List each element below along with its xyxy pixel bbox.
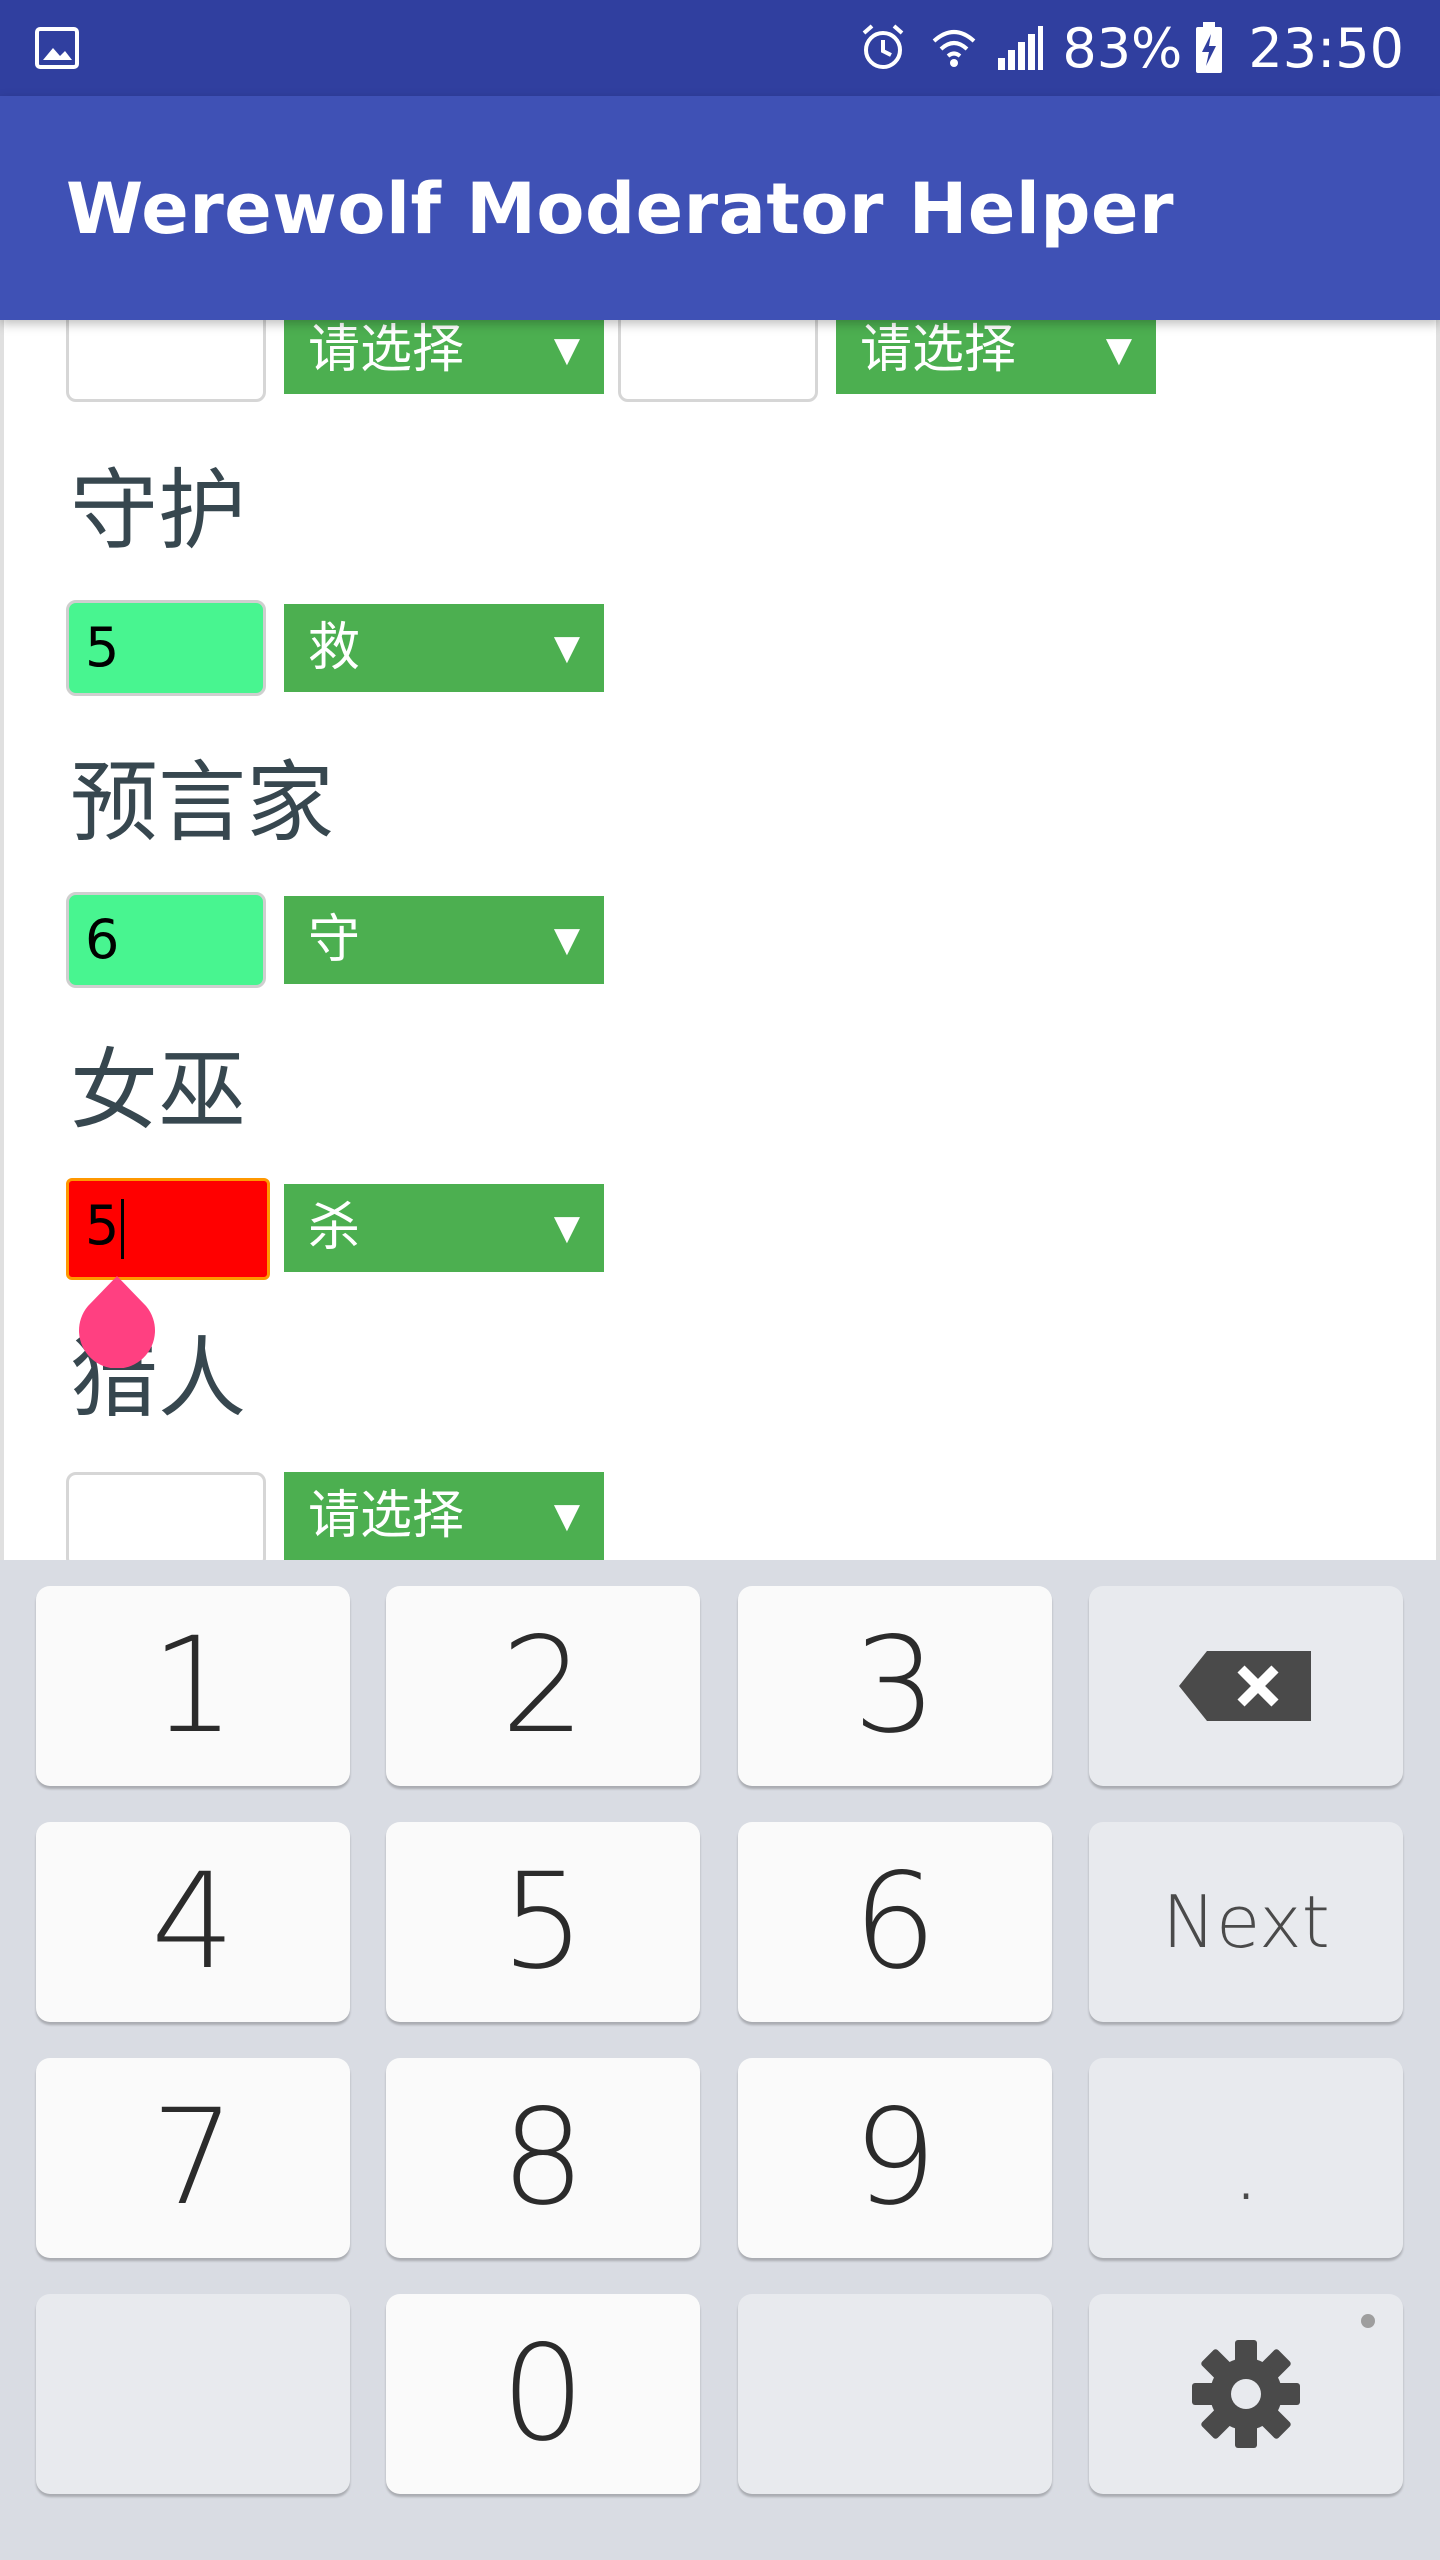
blank-key-right (738, 2294, 1052, 2494)
spinner-label: 请选择 (308, 320, 465, 380)
dropdown-arrow-icon: ▼ (553, 1208, 580, 1248)
clock: 23:50 (1248, 16, 1404, 80)
top-row: 请选择 ▼ 请选择 ▼ (4, 320, 1436, 406)
action-spinner[interactable]: 请选择 ▼ (836, 320, 1156, 394)
spinner-label: 杀 (308, 1198, 361, 1258)
player-number-input-focused[interactable]: 5 (66, 1178, 270, 1280)
text-cursor (121, 1199, 125, 1260)
alarm-icon (863, 24, 904, 69)
numeric-keyboard: 1 2 3 4 5 6 Next 7 8 9 . 0 (0, 1560, 1440, 2560)
role-label-witch: 女巫 (70, 1039, 247, 1142)
action-spinner[interactable]: 杀 ▼ (284, 1184, 604, 1272)
key-6[interactable]: 6 (738, 1822, 1052, 2022)
key-8[interactable]: 8 (386, 2058, 700, 2258)
role-row-guardian: 5 救 ▼ (4, 600, 1436, 700)
action-spinner[interactable]: 守 ▼ (284, 896, 604, 984)
key-7[interactable]: 7 (36, 2058, 350, 2258)
key-5[interactable]: 5 (386, 1822, 700, 2022)
spinner-label: 请选择 (860, 320, 1017, 380)
action-spinner[interactable]: 救 ▼ (284, 604, 604, 692)
role-row-seer: 6 守 ▼ (4, 892, 1436, 992)
dropdown-arrow-icon: ▼ (553, 628, 580, 668)
key-hint-dot (1361, 2314, 1375, 2328)
spinner-label: 守 (308, 910, 361, 970)
input-text: 5 (85, 1194, 120, 1257)
role-label-guardian: 守护 (70, 459, 247, 562)
key-9[interactable]: 9 (738, 2058, 1052, 2258)
spinner-label: 请选择 (308, 1486, 465, 1546)
backspace-key[interactable] (1089, 1586, 1403, 1786)
backspace-icon (1179, 1651, 1311, 1721)
player-number-input[interactable]: 5 (66, 600, 266, 696)
key-1[interactable]: 1 (36, 1586, 350, 1786)
role-list[interactable]: 请选择 ▼ 请选择 ▼ 守护 5 救 ▼ 预言家 6 守 ▼ 女巫 5 杀 ▼ … (0, 320, 1440, 1560)
dropdown-arrow-icon: ▼ (553, 1496, 580, 1536)
spinner-label: 救 (308, 618, 361, 678)
app-bar: Werewolf Moderator Helper (0, 96, 1440, 320)
key-2[interactable]: 2 (386, 1586, 700, 1786)
player-number-input[interactable] (66, 1472, 266, 1560)
settings-key[interactable] (1089, 2294, 1403, 2494)
text-handle-icon[interactable] (76, 1276, 158, 1368)
role-label-seer: 预言家 (70, 751, 335, 854)
app-screen: 83% 23:50 Werewolf Moderator Helper 请选择 … (0, 0, 1440, 2560)
player-number-input[interactable] (618, 320, 818, 402)
wifi-icon (933, 30, 976, 67)
dropdown-arrow-icon: ▼ (553, 330, 580, 370)
action-spinner[interactable]: 请选择 ▼ (284, 320, 604, 394)
role-row-hunter: 请选择 ▼ (4, 1472, 1436, 1560)
key-4[interactable]: 4 (36, 1822, 350, 2022)
player-number-input[interactable]: 6 (66, 892, 266, 988)
battery-charging-icon (1196, 22, 1223, 73)
player-number-input[interactable] (66, 320, 266, 402)
signal-icon (998, 26, 1044, 70)
key-3[interactable]: 3 (738, 1586, 1052, 1786)
status-bar: 83% 23:50 (0, 0, 1440, 96)
dropdown-arrow-icon: ▼ (1105, 330, 1132, 370)
app-title: Werewolf Moderator Helper (66, 168, 1174, 250)
key-0[interactable]: 0 (386, 2294, 700, 2494)
period-key[interactable]: . (1089, 2058, 1403, 2258)
role-row-witch: 5 杀 ▼ (4, 1178, 1436, 1280)
action-spinner[interactable]: 请选择 ▼ (284, 1472, 604, 1560)
next-key[interactable]: Next (1089, 1822, 1403, 2022)
dropdown-arrow-icon: ▼ (553, 920, 580, 960)
battery-percent: 83% (1062, 16, 1183, 80)
gear-icon (1192, 2340, 1300, 2448)
image-icon (35, 27, 79, 69)
blank-key-left (36, 2294, 350, 2494)
